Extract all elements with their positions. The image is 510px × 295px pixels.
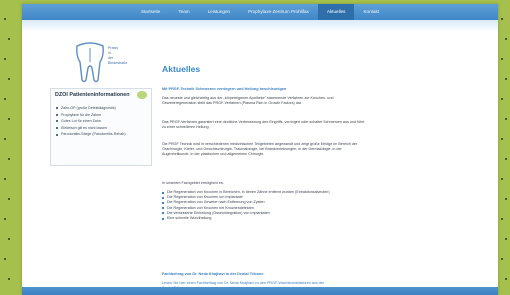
border-dot [8,118,10,120]
border-dot [501,18,503,20]
nav-item-prophylaxe[interactable]: Prophylaxe-Zentrum Prohlifax [239,4,318,20]
bullet-icon [56,107,58,110]
sidebar-list: Zahn-OP (große Defektdiagnostik) Prophyl… [56,105,126,138]
nav-item-kontakt[interactable]: Kontakt [354,4,388,20]
border-dot [8,198,10,200]
nav-item-leistungen[interactable]: Leistungen [199,4,239,20]
bullet-icon [162,196,164,199]
border-dot [505,278,507,280]
patient-info-box: DZOI Patienteninformationen Zahn-OP (gro… [50,88,152,166]
main-navigation: Startseite Team Leistungen Prophylaxe-Ze… [22,4,498,20]
border-dot [4,178,6,180]
website-page: Startseite Team Leistungen Prophylaxe-Ze… [22,4,498,295]
border-dot [505,38,507,40]
border-dot [4,258,6,260]
nav-item-aktuelles[interactable]: Aktuelles [317,4,355,20]
border-dot [501,98,503,100]
border-dot [501,138,503,140]
bullet-icon [56,120,58,123]
border-dot [501,178,503,180]
bullet-icon [162,207,164,210]
sidebar-item-label: Gutes Lot für einen Zahn [61,119,101,124]
border-dot [8,278,10,280]
border-dot [4,98,6,100]
practice-logo[interactable]: Praxis in der Bindestraße [74,42,144,84]
nav-item-startseite[interactable]: Startseite [132,4,169,20]
border-dot [501,218,503,220]
border-dot [8,238,10,240]
sidebar-item[interactable]: Prophylaxe für die Zähne [56,112,126,119]
paragraph: Die PRGF Technik wird in verschiedenen m… [162,142,358,157]
border-dot [505,118,507,120]
border-dot [4,58,6,60]
paragraph: Das neueste und gleichzeitig aus der „kö… [162,96,334,106]
bullet-icon [162,212,164,215]
list-item-text: Eine schnelle Wundheilung [167,216,212,221]
sidebar-item[interactable]: Gutes Lot für einen Zahn [56,118,126,125]
border-dot [8,158,10,160]
article-subtitle: Mit PRGF-Technik Schmerzen verringern un… [162,87,287,91]
border-dot [505,158,507,160]
border-dot [501,258,503,260]
footer-bar [22,287,498,295]
right-dot-border [497,0,510,295]
border-dot [4,18,6,20]
border-dot [8,38,10,40]
border-dot [4,138,6,140]
nav-item-team[interactable]: Team [169,4,198,20]
list-item: Eine schnelle Wundheilung [162,216,362,221]
dzoi-logo-icon [137,91,147,99]
sidebar-item-label: Zahn-OP (große Defektdiagnostik) [61,106,116,110]
tooth-logo-icon [76,42,104,83]
left-dot-border [0,0,13,295]
sidebar-item-label: Elektrisch gilt es nicht lassen [61,125,107,130]
bullet-icon [56,127,58,130]
border-dot [501,58,503,60]
link-heading[interactable]: Fachbeitrag von Dr. Neda Khajhavi in der… [162,272,263,276]
sidebar-item-label: Parodontitis-Stiege (Parodontitis-Rehab) [61,132,126,137]
benefits-list: Die Regeneration von Knochen in Bereiche… [162,190,362,221]
paragraph: In unserem Fachgebiet ermöglicht es: [162,181,224,185]
header-band [22,20,498,32]
sidebar-title: DZOI Patienteninformationen [55,92,130,98]
border-dot [4,218,6,220]
bullet-icon [162,191,164,194]
bullet-icon [56,133,58,136]
sidebar-item[interactable]: Zahn-OP (große Defektdiagnostik) [56,105,126,112]
bullet-icon [56,113,58,116]
paragraph: Das PRGF-Verfahren garantiert eine deutl… [162,120,365,130]
bullet-icon [162,202,164,204]
sidebar-item[interactable]: Parodontitis-Stiege (Parodontitis-Rehab) [56,131,126,138]
bullet-icon [162,217,164,220]
logo-text: Praxis in der Bindestraße [108,46,148,66]
logo-line: Bindestraße [108,61,128,65]
border-dot [505,78,507,80]
border-dot [8,78,10,80]
border-dot [505,198,507,200]
page-title: Aktuelles [162,64,201,74]
sidebar-item-label: Prophylaxe für die Zähne [61,112,102,117]
sidebar-item[interactable]: Elektrisch gilt es nicht lassen [56,125,126,132]
border-dot [505,238,507,240]
